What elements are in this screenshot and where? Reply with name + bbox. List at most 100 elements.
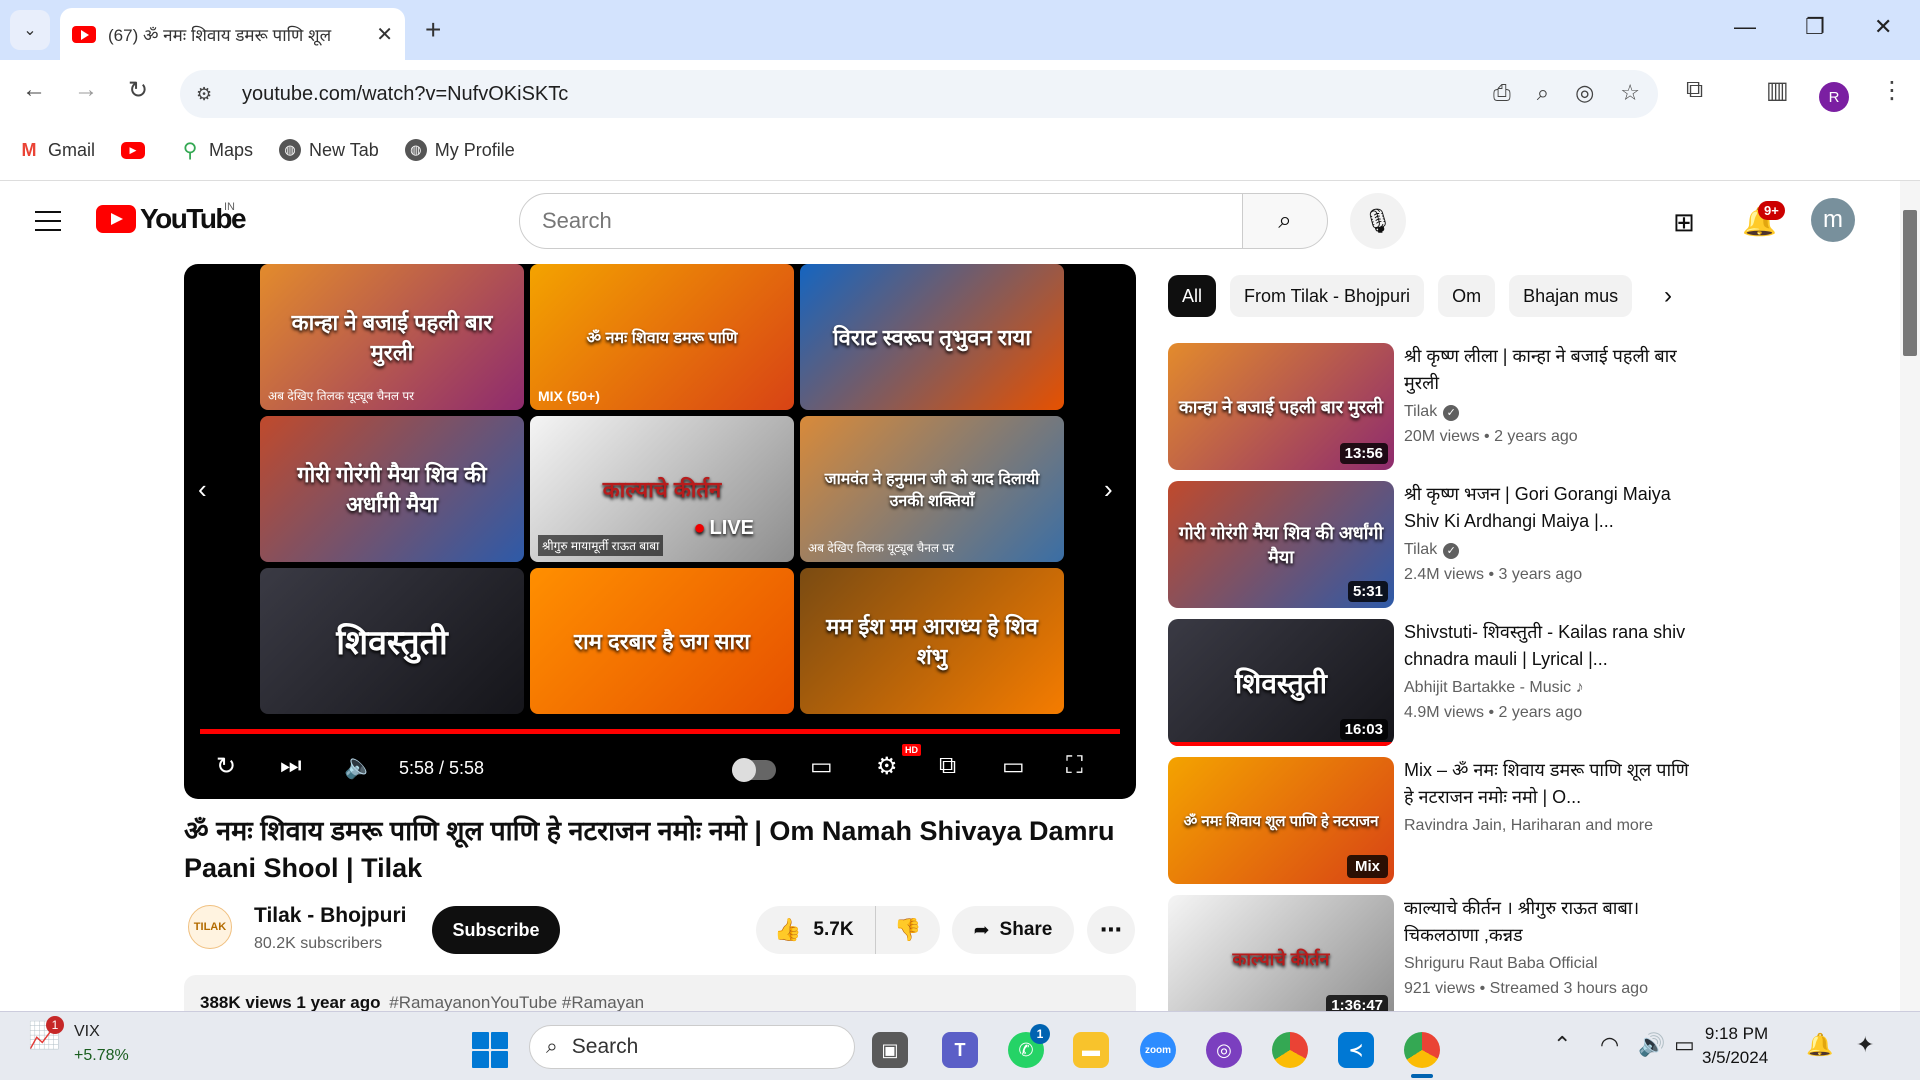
related-channel[interactable]: Shriguru Raut Baba Official	[1404, 955, 1598, 973]
list-item[interactable]: कान्हा ने बजाई पहली बार मुरली 13:56 श्री…	[1168, 343, 1688, 481]
end-screen-next-icon[interactable]: ›	[1104, 474, 1113, 505]
end-screen-card[interactable]: जामवंत ने हनुमान जी को याद दिलायी उनकी श…	[800, 416, 1064, 562]
github-desktop-icon[interactable]: ◎	[1206, 1032, 1242, 1068]
chrome-profile-icon[interactable]	[1404, 1032, 1440, 1068]
side-panel-icon[interactable]: ▥	[1766, 76, 1789, 105]
end-screen-prev-icon[interactable]: ‹	[198, 474, 207, 505]
browser-tab[interactable]: (67) ॐ नमः शिवाय डमरू पाणि शूल ✕	[60, 8, 405, 60]
bookmark-gmail[interactable]: M Gmail	[18, 139, 95, 161]
teams-icon[interactable]: T	[942, 1032, 978, 1068]
bookmark-youtube[interactable]: ▶	[121, 141, 153, 159]
stock-widget[interactable]: 📈 1 VIX +5.78%	[28, 1016, 129, 1068]
end-screen-card[interactable]: राम दरबार है जग सारा	[530, 568, 794, 714]
channel-name[interactable]: Tilak - Bhojpuri	[254, 904, 406, 928]
search-button[interactable]: ⌕	[1242, 193, 1328, 249]
volume-tray-icon[interactable]: 🔊	[1638, 1032, 1665, 1058]
zoom-icon[interactable]: zoom	[1140, 1032, 1176, 1068]
related-title[interactable]: श्री कृष्ण भजन | Gori Gorangi Maiya Shiv…	[1404, 481, 1689, 535]
address-bar[interactable]: ⚙ youtube.com/watch?v=NufvOKiSKTc ⎙ ⌕ ◎ …	[180, 70, 1658, 118]
bookmark-maps[interactable]: ⚲ Maps	[179, 139, 253, 162]
bookmark-new-tab[interactable]: ◍ New Tab	[279, 139, 379, 161]
end-screen-card[interactable]: काल्याचे कीर्तन LIVE श्रीगुरु मायामूर्ती…	[530, 416, 794, 562]
file-explorer-icon[interactable]: ▬	[1073, 1032, 1109, 1068]
chrome-icon[interactable]	[1272, 1032, 1308, 1068]
fullscreen-icon[interactable]: ⛶	[1066, 752, 1083, 780]
bookmark-star-icon[interactable]: ☆	[1620, 80, 1640, 106]
chip-from-channel[interactable]: From Tilak - Bhojpuri	[1230, 275, 1425, 317]
end-screen-card[interactable]: ॐ नमः शिवाय डमरू पाणि MIX (50+)	[530, 264, 794, 410]
youtube-logo[interactable]: YouTube	[96, 203, 247, 235]
video-thumbnail[interactable]: गोरी गोरंगी मैया शिव की अर्धांगी मैया 5:…	[1168, 481, 1394, 608]
chip-all[interactable]: All	[1168, 275, 1217, 317]
reload-icon[interactable]: ↻	[128, 76, 148, 105]
theater-mode-icon[interactable]: ▭	[1002, 752, 1025, 781]
search-input[interactable]: Search	[519, 193, 1243, 249]
bookmark-my-profile[interactable]: ◍ My Profile	[404, 139, 515, 161]
end-screen-card[interactable]: कान्हा ने बजाई पहली बार मुरली अब देखिए त…	[260, 264, 524, 410]
show-hidden-icons-icon[interactable]: ⌃	[1553, 1032, 1571, 1058]
more-actions-button[interactable]: ⋯	[1087, 906, 1135, 954]
hashtags[interactable]: #RamayanonYouTube #Ramayan	[389, 993, 644, 1012]
taskbar-search[interactable]: ⌕ Search	[529, 1025, 855, 1069]
chip-bhajan[interactable]: Bhajan mus	[1509, 275, 1633, 317]
browser-profile-avatar[interactable]: R	[1819, 82, 1849, 112]
back-icon[interactable]: ←	[22, 76, 46, 104]
video-player[interactable]: कान्हा ने बजाई पहली बार मुरली अब देखिए त…	[184, 264, 1136, 799]
related-title[interactable]: काल्याचे कीर्तन । श्रीगुरु राऊत बाबा। चि…	[1404, 895, 1689, 949]
progress-bar[interactable]	[200, 729, 1120, 734]
description-box[interactable]: 388K views 1 year ago #RamayanonYouTube …	[184, 975, 1136, 1015]
task-view-icon[interactable]: ▣	[872, 1032, 908, 1068]
subtitles-icon[interactable]: ▭	[810, 752, 833, 781]
zoom-icon[interactable]: ⌕	[1537, 80, 1549, 106]
tab-search-menu-icon[interactable]: ⌄	[10, 10, 50, 50]
account-avatar[interactable]: m	[1811, 198, 1855, 242]
channel-avatar[interactable]: TILAK	[188, 905, 232, 949]
wifi-icon[interactable]: ◠	[1600, 1032, 1619, 1058]
extensions-icon[interactable]: ⧉	[1686, 76, 1703, 104]
window-close-icon[interactable]: ✕	[1874, 14, 1892, 40]
whatsapp-icon[interactable]: ✆ 1	[1008, 1024, 1050, 1068]
list-item[interactable]: ॐ नमः शिवाय शूल पाणि हे नटराजन Mix Mix –…	[1168, 757, 1689, 895]
video-thumbnail[interactable]: शिवस्तुती 16:03	[1168, 619, 1394, 746]
install-app-icon[interactable]: ⎙	[1493, 80, 1511, 106]
notification-bell-icon[interactable]: 🔔	[1806, 1032, 1833, 1058]
related-title[interactable]: श्री कृष्ण लीला | कान्हा ने बजाई पहली बा…	[1404, 343, 1689, 397]
scrollbar-thumb[interactable]	[1903, 210, 1917, 356]
related-channel[interactable]: Abhijit Bartakke - Music ♪	[1404, 679, 1584, 697]
system-clock[interactable]: 9:18 PM 3/5/2024	[1702, 1022, 1768, 1070]
end-screen-card[interactable]: मम ईश मम आराध्य हे शिव शंभु	[800, 568, 1064, 714]
settings-gear-icon[interactable]: ⚙	[876, 752, 898, 781]
list-item[interactable]: गोरी गोरंगी मैया शिव की अर्धांगी मैया 5:…	[1168, 481, 1688, 619]
windows-start-icon[interactable]	[472, 1032, 508, 1068]
voice-search-button[interactable]: 🎙	[1350, 193, 1406, 249]
video-thumbnail[interactable]: ॐ नमः शिवाय शूल पाणि हे नटराजन Mix	[1168, 757, 1394, 884]
restore-icon[interactable]: ❐	[1805, 14, 1825, 40]
battery-icon[interactable]: ▭	[1674, 1032, 1695, 1058]
dislike-button[interactable]: 👎	[876, 917, 940, 943]
end-screen-card[interactable]: शिवस्तुती	[260, 568, 524, 714]
miniplayer-icon[interactable]: ⧉	[939, 752, 956, 780]
chip-om[interactable]: Om	[1438, 275, 1496, 317]
share-button[interactable]: ➦ Share	[952, 906, 1074, 954]
copilot-icon[interactable]: ✦	[1856, 1032, 1874, 1058]
autoplay-toggle[interactable]	[732, 758, 776, 782]
minimize-icon[interactable]: —	[1734, 14, 1756, 40]
create-video-icon[interactable]: ⊞	[1673, 207, 1695, 238]
related-title[interactable]: Shivstuti- शिवस्तुती - Kailas rana shiv …	[1404, 619, 1689, 673]
video-thumbnail[interactable]: काल्याचे कीर्तन 1:36:47	[1168, 895, 1394, 1022]
menu-hamburger-icon[interactable]	[35, 211, 61, 238]
forward-icon[interactable]: →	[74, 76, 98, 104]
volume-icon[interactable]: 🔈	[344, 752, 374, 781]
tracking-protection-icon[interactable]: ◎	[1575, 80, 1594, 106]
site-info-icon[interactable]: ⚙	[196, 84, 224, 105]
subscribe-button[interactable]: Subscribe	[432, 906, 560, 954]
related-channel[interactable]: Tilak ✓	[1404, 541, 1460, 559]
next-video-icon[interactable]: ⏭	[280, 752, 302, 780]
related-channel[interactable]: Tilak ✓	[1404, 403, 1460, 421]
tab-close-icon[interactable]: ✕	[376, 22, 393, 47]
like-button[interactable]: 👍 5.7K	[756, 906, 876, 954]
chips-next-icon[interactable]: ›	[1664, 282, 1672, 310]
video-thumbnail[interactable]: कान्हा ने बजाई पहली बार मुरली 13:56	[1168, 343, 1394, 470]
url-text[interactable]: youtube.com/watch?v=NufvOKiSKTc	[242, 83, 568, 106]
replay-icon[interactable]: ↻	[216, 752, 236, 781]
